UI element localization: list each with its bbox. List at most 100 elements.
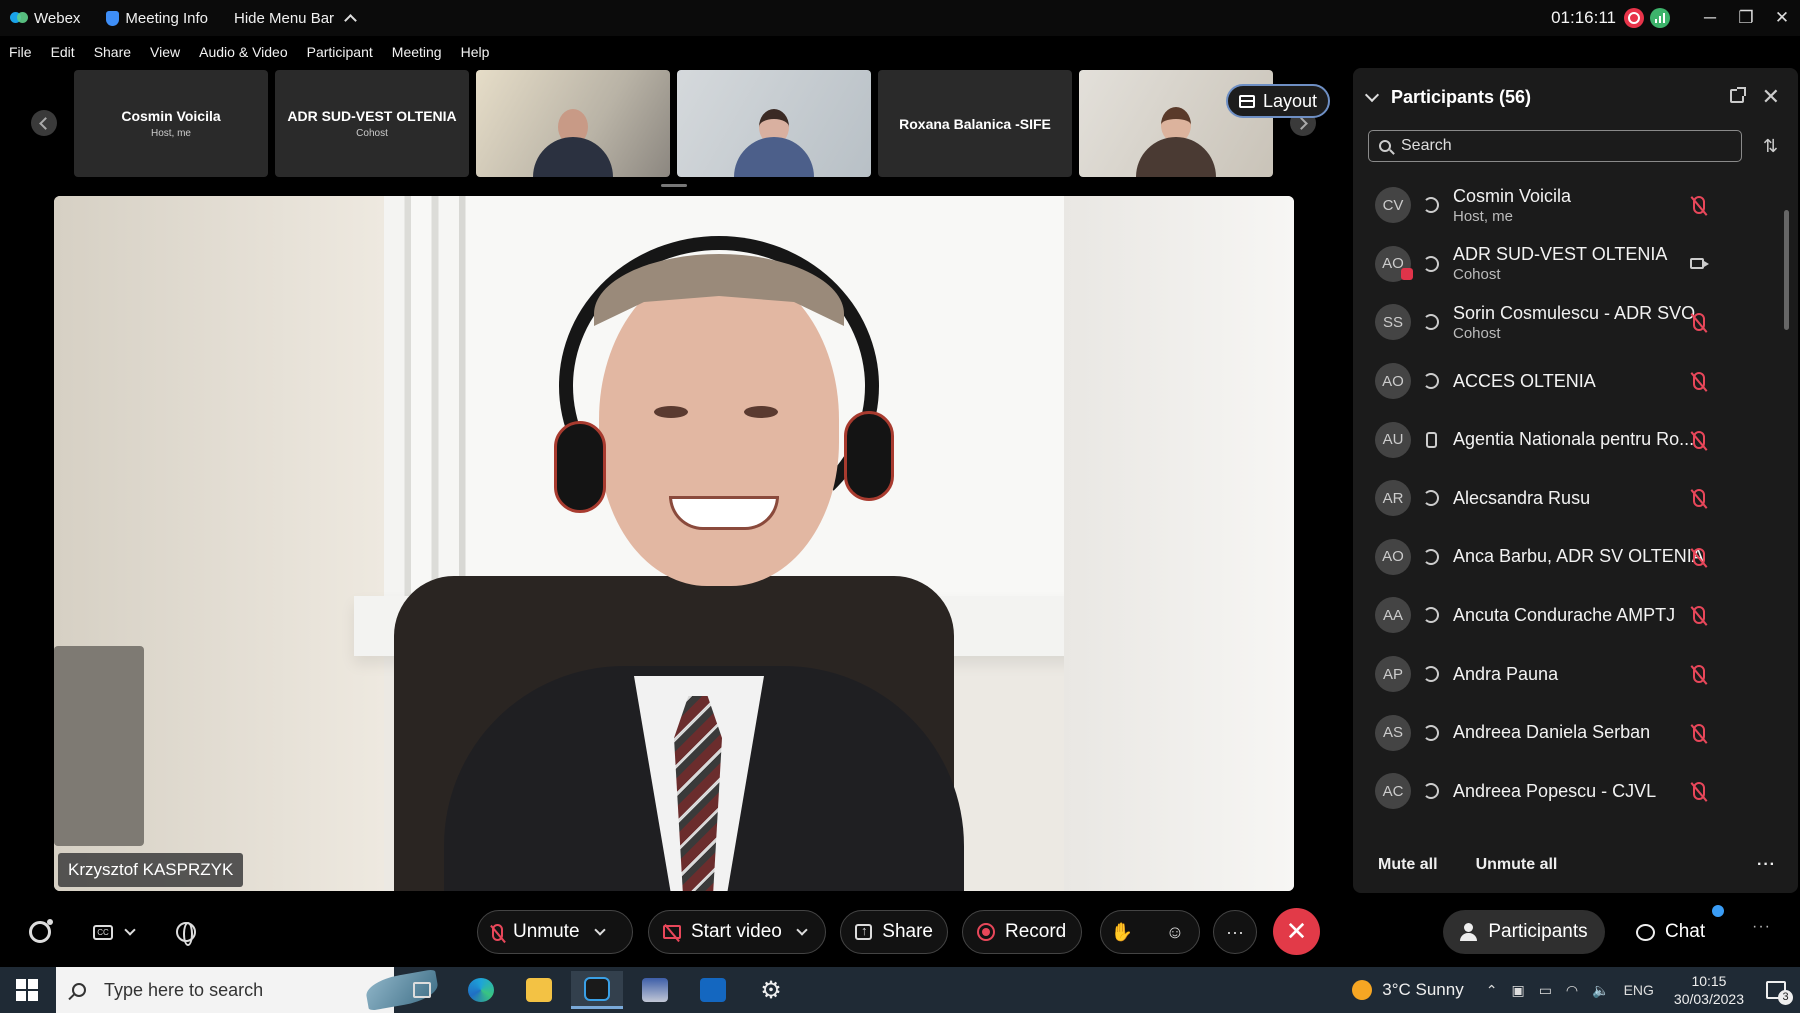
muted-mic-icon[interactable] xyxy=(1693,782,1705,801)
participants-toggle-button[interactable]: Participants xyxy=(1443,910,1605,954)
os-taskbar: Type here to search ⚙ 3°C Sunny ⌃ ▣ ▭ ◠ … xyxy=(0,967,1800,1013)
notification-center-icon[interactable]: 3 xyxy=(1766,981,1793,1005)
participant-row[interactable]: AU Agentia Nationala pentru Ro... xyxy=(1353,410,1783,469)
resize-handle[interactable] xyxy=(661,184,687,187)
layout-button[interactable]: Layout xyxy=(1226,84,1330,118)
webex-app-button[interactable] xyxy=(571,971,623,1009)
muted-mic-icon[interactable] xyxy=(1693,313,1705,332)
search-input[interactable] xyxy=(1401,137,1721,155)
muted-mic-icon[interactable] xyxy=(1693,372,1705,391)
menu-participant[interactable]: Participant xyxy=(307,44,373,60)
task-view-icon xyxy=(413,982,431,998)
restore-button[interactable]: ❐ xyxy=(1728,0,1764,36)
raise-hand-button[interactable]: ✋ xyxy=(1100,910,1144,954)
chevron-down-icon[interactable] xyxy=(593,924,606,936)
network-health-icon[interactable] xyxy=(1650,8,1670,28)
participant-row[interactable]: AP Andra Pauna xyxy=(1353,645,1783,704)
avatar: AP xyxy=(1375,656,1411,693)
popout-icon[interactable] xyxy=(1730,87,1746,103)
edge-app-button[interactable] xyxy=(455,971,507,1009)
reactions-button[interactable]: ☺ xyxy=(1153,910,1197,954)
close-panel-icon[interactable]: ✕ xyxy=(1762,84,1780,110)
video-camera-icon[interactable] xyxy=(1690,258,1709,270)
taskbar-search-placeholder: Type here to search xyxy=(104,979,264,1000)
participant-row[interactable]: AO ADR SUD-VEST OLTENIA Cohost xyxy=(1353,235,1783,294)
more-options-icon[interactable]: ··· xyxy=(1757,856,1776,874)
muted-mic-icon[interactable] xyxy=(1693,723,1705,742)
hide-menu-bar-button[interactable]: Hide Menu Bar xyxy=(234,10,357,27)
start-video-button[interactable]: Start video xyxy=(648,910,826,954)
recording-indicator-icon[interactable] xyxy=(1624,8,1644,28)
mute-all-button[interactable]: Mute all xyxy=(1378,856,1438,874)
chevron-down-icon[interactable] xyxy=(796,924,808,936)
muted-mic-icon[interactable] xyxy=(1693,547,1705,566)
collapse-chevron-icon[interactable] xyxy=(1364,87,1380,103)
battery-icon[interactable]: ▭ xyxy=(1539,982,1552,999)
participant-search[interactable] xyxy=(1368,130,1742,162)
language-indicator[interactable]: ENG xyxy=(1624,982,1654,998)
chat-button[interactable]: Chat xyxy=(1636,910,1705,954)
muted-mic-icon[interactable] xyxy=(1693,489,1705,508)
menu-view[interactable]: View xyxy=(150,44,180,60)
participant-row[interactable]: AO Anca Barbu, ADR SV OLTENIA xyxy=(1353,528,1783,587)
thumbnail-video-tile[interactable] xyxy=(677,70,871,177)
participant-row[interactable]: AS Andreea Daniela Serban xyxy=(1353,703,1783,762)
wifi-icon[interactable]: ◠ xyxy=(1566,982,1578,999)
people-icon xyxy=(1460,923,1478,941)
language-button[interactable] xyxy=(171,917,201,947)
unmute-all-button[interactable]: Unmute all xyxy=(1476,856,1558,874)
participant-scrollbar[interactable] xyxy=(1784,186,1790,826)
minimize-button[interactable]: ─ xyxy=(1692,0,1728,36)
menu-meeting[interactable]: Meeting xyxy=(392,44,442,60)
participant-row[interactable]: AO ACCES OLTENIA xyxy=(1353,352,1783,411)
active-speaker-video[interactable]: Krzysztof KASPRZYK xyxy=(54,196,1294,891)
muted-mic-icon[interactable] xyxy=(1693,430,1705,449)
thumbnail-tile[interactable]: Roxana Balanica -SIFE xyxy=(878,70,1072,177)
participant-row[interactable]: AC Andreea Popescu - CJVL xyxy=(1353,762,1783,821)
captions-chevron-icon[interactable] xyxy=(124,924,136,936)
muted-mic-icon[interactable] xyxy=(1693,665,1705,684)
participant-row[interactable]: AR Alecsandra Rusu xyxy=(1353,469,1783,528)
captions-button[interactable]: CC xyxy=(88,917,118,947)
app-title: Webex xyxy=(10,10,80,27)
device-icon[interactable]: ▣ xyxy=(1511,982,1524,999)
muted-mic-icon[interactable] xyxy=(1693,606,1705,625)
menu-audio-video[interactable]: Audio & Video xyxy=(199,44,287,60)
share-button[interactable]: Share xyxy=(840,910,948,954)
thumbnail-tile[interactable]: ADR SUD-VEST OLTENIA Cohost xyxy=(275,70,469,177)
menu-share[interactable]: Share xyxy=(94,44,131,60)
more-panels-icon[interactable]: ··· xyxy=(1752,918,1771,936)
menu-file[interactable]: File xyxy=(9,44,32,60)
background-effects-button[interactable] xyxy=(25,917,55,947)
settings-app-button[interactable]: ⚙ xyxy=(745,971,797,1009)
unread-indicator xyxy=(1712,905,1724,917)
speaker-icon[interactable]: 🔈 xyxy=(1592,982,1609,999)
taskbar-search[interactable]: Type here to search xyxy=(56,967,441,1013)
leave-meeting-button[interactable]: ✕ xyxy=(1273,908,1320,955)
weather-text[interactable]: 3°C Sunny xyxy=(1382,980,1463,1000)
app-window-button[interactable] xyxy=(629,971,681,1009)
menu-edit[interactable]: Edit xyxy=(51,44,75,60)
strip-prev-button[interactable] xyxy=(31,110,57,136)
sort-icon[interactable]: ⇅ xyxy=(1763,136,1778,157)
raise-hand-icon: ✋ xyxy=(1110,921,1134,942)
record-button[interactable]: Record xyxy=(962,910,1082,954)
unmute-button[interactable]: Unmute xyxy=(477,910,633,954)
chevron-up-icon[interactable]: ⌃ xyxy=(1486,982,1498,999)
thumbnail-video-tile[interactable] xyxy=(476,70,670,177)
participant-row[interactable]: CV Cosmin Voicila Host, me xyxy=(1353,176,1783,235)
close-window-button[interactable]: ✕ xyxy=(1764,0,1800,36)
windows-start-button[interactable] xyxy=(16,979,38,1001)
muted-mic-icon[interactable] xyxy=(1693,196,1705,215)
file-explorer-button[interactable] xyxy=(513,971,565,1009)
menu-help[interactable]: Help xyxy=(461,44,490,60)
meeting-info-button[interactable]: Meeting Info xyxy=(106,10,208,27)
task-view-button[interactable] xyxy=(396,971,448,1009)
computer-audio-icon xyxy=(1423,607,1439,624)
participant-row[interactable]: AA Ancuta Condurache AMPTJ xyxy=(1353,586,1783,645)
thumbnail-tile[interactable]: Cosmin Voicila Host, me xyxy=(74,70,268,177)
participant-row[interactable]: SS Sorin Cosmulescu - ADR SVO Cohost xyxy=(1353,293,1783,352)
clock-date[interactable]: 10:15 30/03/2023 xyxy=(1674,972,1744,1008)
more-actions-button[interactable]: ··· xyxy=(1213,910,1257,954)
outlook-app-button[interactable] xyxy=(687,971,739,1009)
